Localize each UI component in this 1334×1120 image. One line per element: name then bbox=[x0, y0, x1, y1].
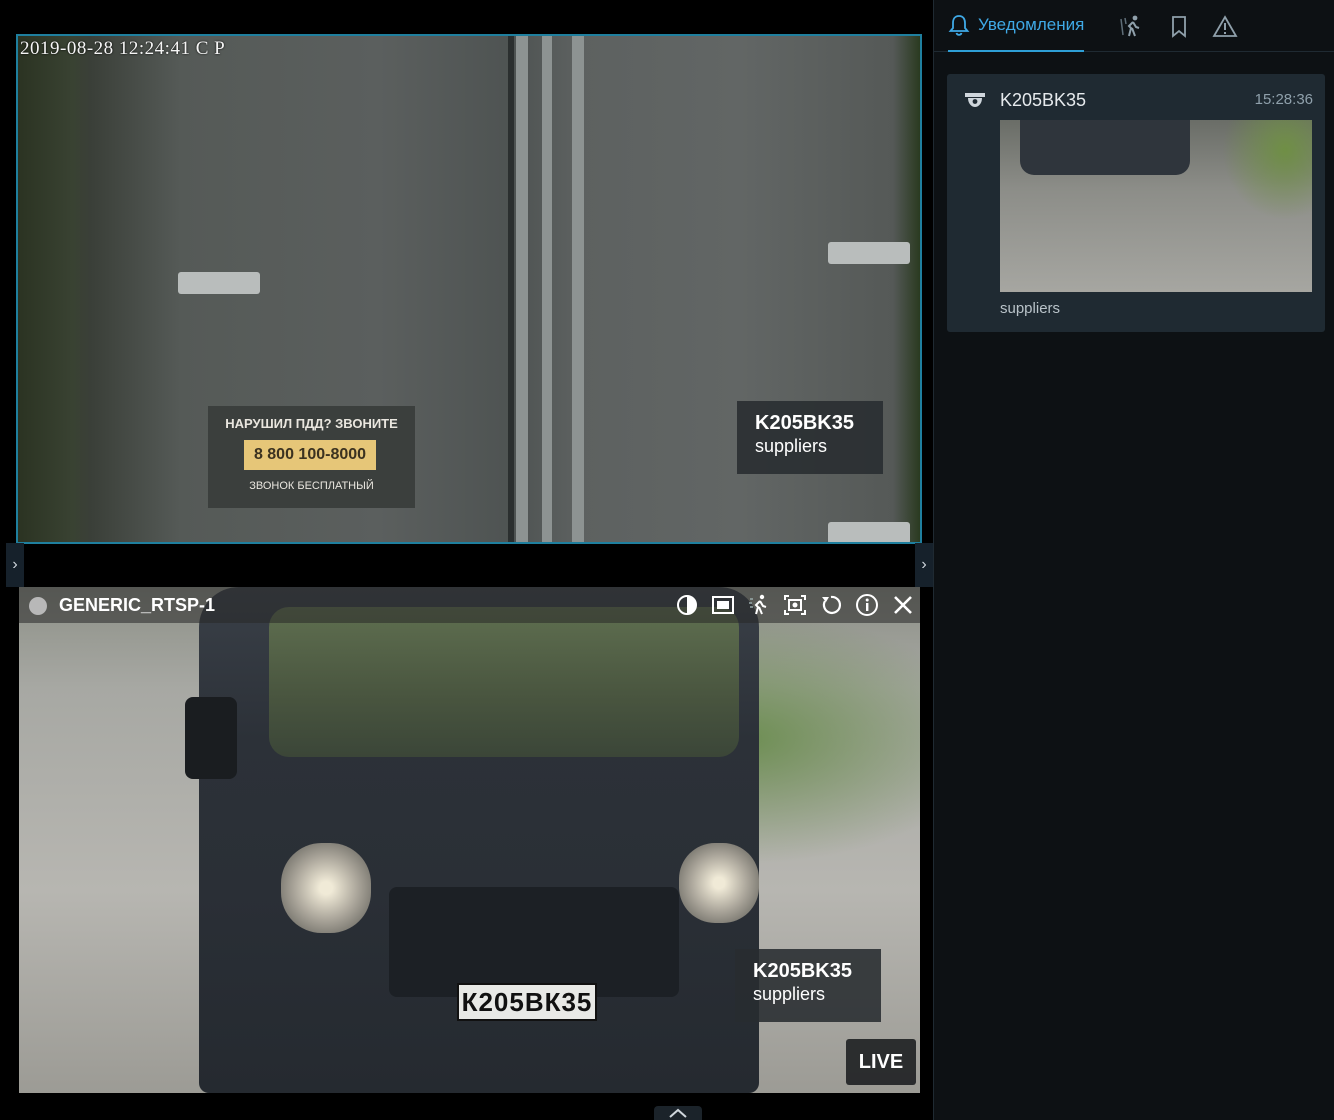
sign-phone: 8 800 100-8000 bbox=[244, 440, 376, 470]
bookmark-icon bbox=[1172, 16, 1186, 38]
motion-icon bbox=[1120, 15, 1140, 37]
close-icon[interactable] bbox=[890, 592, 916, 618]
plate-recognition-badge: K205BK35 suppliers bbox=[735, 949, 881, 1022]
contrast-icon[interactable] bbox=[674, 592, 700, 618]
right-expand-handle[interactable]: › bbox=[915, 543, 933, 587]
plate-number: K205BK35 bbox=[755, 412, 854, 434]
fit-icon[interactable] bbox=[710, 592, 736, 618]
notification-subtitle: suppliers bbox=[1000, 300, 1061, 317]
left-expand-handle[interactable]: › bbox=[6, 543, 24, 587]
rotate-icon[interactable] bbox=[818, 592, 844, 618]
video-area: НАРУШИЛ ПДД? ЗВОНИТЕ 8 800 100-8000 ЗВОН… bbox=[0, 0, 933, 1120]
sign-line3: ЗВОНОК БЕСПЛАТНЫЙ bbox=[249, 480, 374, 492]
panel-tabs: Уведомления bbox=[934, 0, 1334, 52]
live-button[interactable]: LIVE bbox=[846, 1039, 916, 1085]
bottom-expand-handle[interactable] bbox=[654, 1106, 702, 1120]
camera-icon bbox=[963, 90, 987, 115]
warning-icon bbox=[1212, 15, 1238, 37]
truck-sign: НАРУШИЛ ПДД? ЗВОНИТЕ 8 800 100-8000 ЗВОН… bbox=[208, 406, 415, 508]
top-strip bbox=[0, 0, 933, 10]
plate-number: K205BK35 bbox=[753, 960, 852, 982]
plate-recognition-badge: K205BK35 suppliers bbox=[737, 401, 883, 474]
tab-notifications[interactable]: Уведомления bbox=[948, 0, 1085, 52]
chevron-right-icon: › bbox=[921, 556, 927, 573]
motion-icon[interactable] bbox=[746, 592, 772, 618]
vehicle-license-plate: К205ВК35 bbox=[457, 983, 597, 1021]
camera-title: GENERIC_RTSP-1 bbox=[59, 595, 216, 615]
plate-group: suppliers bbox=[753, 984, 826, 1004]
notifications-panel: Уведомления K205BK35 15:28:36 suppliers bbox=[933, 0, 1334, 1120]
bell-icon bbox=[948, 15, 970, 36]
notification-thumbnail[interactable] bbox=[1000, 120, 1312, 292]
camera-header: GENERIC_RTSP-1 bbox=[19, 587, 920, 623]
chevron-right-icon: › bbox=[12, 556, 18, 573]
tab-bookmarks[interactable] bbox=[1166, 14, 1192, 40]
snapshot-icon[interactable] bbox=[782, 592, 808, 618]
notification-time: 15:28:36 bbox=[1254, 91, 1313, 108]
camera-timestamp: 2019-08-28 12:24:41 С Р bbox=[20, 38, 226, 59]
notification-title: K205BK35 bbox=[1000, 90, 1087, 110]
notification-card[interactable]: K205BK35 15:28:36 suppliers bbox=[947, 74, 1325, 332]
tab-notifications-label: Уведомления bbox=[978, 15, 1085, 34]
tab-motion[interactable] bbox=[1118, 14, 1144, 40]
info-icon[interactable] bbox=[854, 592, 880, 618]
plate-group: suppliers bbox=[755, 436, 828, 456]
camera-status-indicator bbox=[29, 597, 47, 615]
camera-tile-top[interactable]: НАРУШИЛ ПДД? ЗВОНИТЕ 8 800 100-8000 ЗВОН… bbox=[16, 34, 922, 544]
tab-alerts[interactable] bbox=[1212, 14, 1238, 40]
sign-line1: НАРУШИЛ ПДД? ЗВОНИТЕ bbox=[225, 416, 398, 431]
camera-toolbar bbox=[674, 592, 916, 618]
camera-tile-bottom[interactable]: К205ВК35 GENERIC_RTSP-1 K205BK35 supplie… bbox=[19, 587, 920, 1093]
chevron-up-icon bbox=[669, 1108, 687, 1118]
